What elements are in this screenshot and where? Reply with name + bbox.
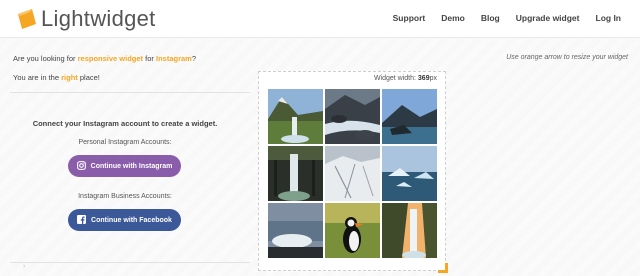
divider xyxy=(10,262,250,263)
intro-line-1: Are you looking for responsive widget fo… xyxy=(13,54,196,63)
instagram-icon xyxy=(76,160,86,172)
photo-coastal-mountain[interactable] xyxy=(382,89,437,144)
facebook-button-label: Continue with Facebook xyxy=(91,216,172,224)
logo[interactable]: Lightwidget xyxy=(17,6,156,32)
connect-title: Connect your Instagram account to create… xyxy=(32,119,218,128)
intro-text: place! xyxy=(77,73,100,82)
top-navigation-bar: Lightwidget Support Demo Blog Upgrade wi… xyxy=(0,0,640,38)
lightwidget-logo-icon xyxy=(17,8,37,30)
widget-width-label: Widget width: xyxy=(373,75,418,82)
highlight-instagram: Instagram xyxy=(155,54,192,63)
resize-handle[interactable] xyxy=(438,263,448,273)
nav-upgrade-widget[interactable]: Upgrade widget xyxy=(516,12,580,24)
main-nav: Support Demo Blog Upgrade widget Log In xyxy=(377,12,621,24)
intro-text: You are in the xyxy=(13,73,62,82)
brand-name: Lightwidget xyxy=(41,6,156,31)
nav-support[interactable]: Support xyxy=(393,12,426,24)
facebook-icon xyxy=(77,214,87,226)
chevron-right-icon: › xyxy=(23,263,26,270)
personal-accounts-label: Personal Instagram Accounts: xyxy=(78,139,172,146)
intro-text: ? xyxy=(191,54,197,63)
photo-puffin[interactable] xyxy=(325,203,380,258)
photo-glacier-lagoon[interactable] xyxy=(382,146,437,201)
main-content: Are you looking for responsive widget fo… xyxy=(0,39,640,276)
highlight-responsive-widget: responsive widget xyxy=(77,54,144,63)
nav-blog[interactable]: Blog xyxy=(481,12,500,24)
photo-mountain-waterfall[interactable] xyxy=(268,89,323,144)
intro-text: Are you looking for xyxy=(13,54,78,63)
divider xyxy=(10,92,250,93)
instagram-button-label: Continue with Instagram xyxy=(90,162,173,170)
photo-ice-beach[interactable] xyxy=(268,203,323,258)
photo-seljalandsfoss-waterfall[interactable] xyxy=(382,203,437,258)
continue-with-instagram-button[interactable]: Continue with Instagram xyxy=(68,155,181,177)
continue-with-facebook-button[interactable]: Continue with Facebook xyxy=(68,209,181,231)
photo-basalt-waterfall[interactable] xyxy=(268,146,323,201)
widget-width-unit: px xyxy=(429,75,437,82)
business-accounts-label: Instagram Business Accounts: xyxy=(78,193,172,200)
highlight-right: right xyxy=(61,73,78,82)
intro-text: for xyxy=(143,54,156,63)
photo-river-rocks[interactable] xyxy=(325,89,380,144)
widget-width-value: 369 xyxy=(417,75,430,82)
widget-preview: Widget width: 369px xyxy=(258,71,448,273)
widget-width-readout: Widget width: 369px xyxy=(374,75,437,82)
nav-demo[interactable]: Demo xyxy=(441,12,465,24)
intro-line-2: You are in the right place! xyxy=(13,73,100,82)
photo-snowy-landscape[interactable] xyxy=(325,146,380,201)
resize-hint: Use orange arrow to resize your widget xyxy=(506,54,628,61)
nav-log-in[interactable]: Log In xyxy=(596,12,622,24)
photo-grid xyxy=(268,89,437,258)
